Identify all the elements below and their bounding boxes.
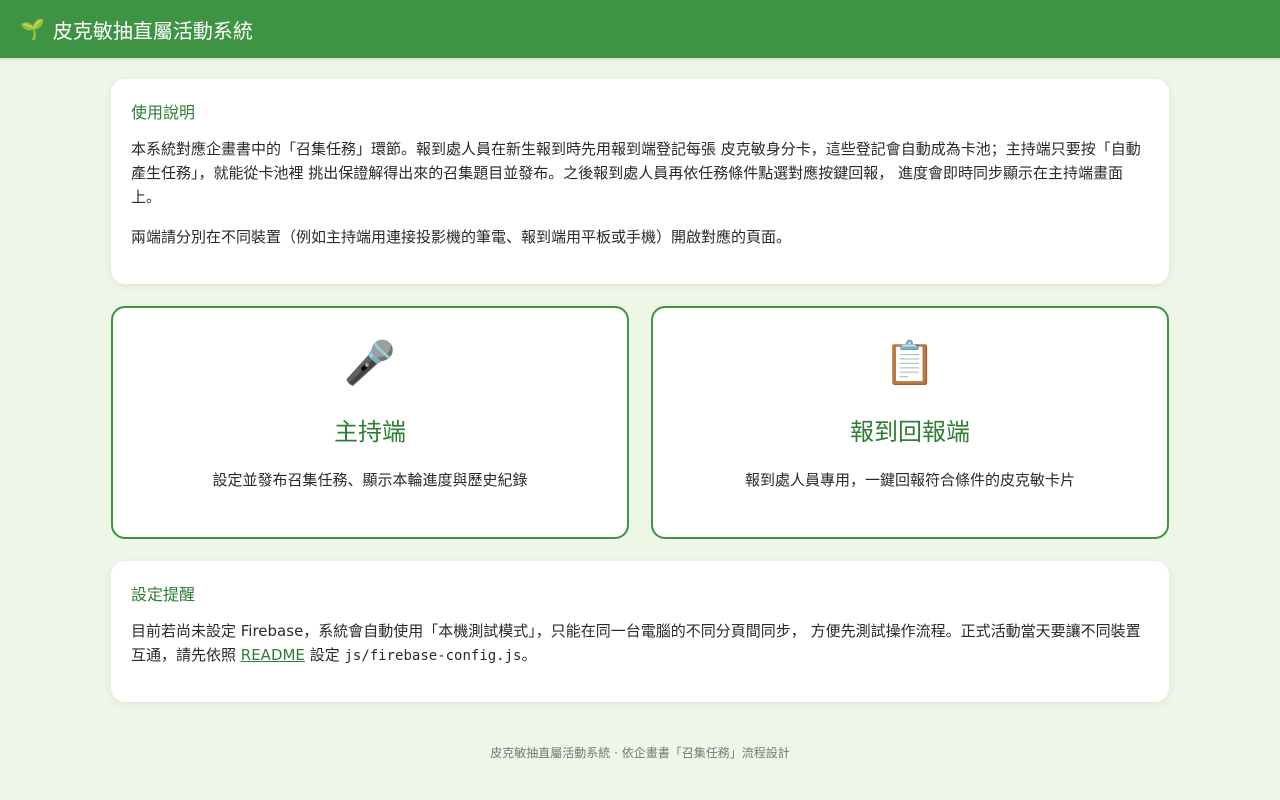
- setup-notice-text-middle: 設定: [304, 646, 345, 664]
- checkin-role-card[interactable]: 📋 報到回報端 報到處人員專用，一鍵回報符合條件的皮克敏卡片: [651, 306, 1169, 539]
- instructions-card: 使用說明 本系統對應企畫書中的「召集任務」環節。報到處人員在新生報到時先用報到端…: [111, 79, 1169, 284]
- setup-notice-heading: 設定提醒: [131, 585, 196, 604]
- instructions-paragraph-2: 兩端請分別在不同裝置（例如主持端用連接投影機的筆電、報到端用平板或手機）開啟對應…: [131, 228, 792, 246]
- app-title: 皮克敏抽直屬活動系統: [52, 18, 253, 43]
- checkin-role-description: 報到處人員專用，一鍵回報符合條件的皮克敏卡片: [744, 471, 1075, 489]
- config-file-path: js/firebase-config.js: [344, 648, 522, 664]
- page-footer: 皮克敏抽直屬活動系統 · 依企畫書「召集任務」流程設計: [490, 746, 790, 760]
- role-selection: 🎤 主持端 設定並發布召集任務、顯示本輪進度與歷史紀錄 📋 報到回報端 報到處人…: [111, 306, 1169, 539]
- host-role-card[interactable]: 🎤 主持端 設定並發布召集任務、顯示本輪進度與歷史紀錄: [111, 306, 629, 539]
- checkin-role-title: 報到回報端: [850, 418, 970, 446]
- setup-notice-card: 設定提醒 目前若尚未設定 Firebase，系統會自動使用「本機測試模式」，只能…: [111, 561, 1169, 702]
- app-header: 🌱 皮克敏抽直屬活動系統: [0, 0, 1280, 58]
- clipboard-icon: 📋: [883, 338, 937, 387]
- host-role-description: 設定並發布召集任務、顯示本輪進度與歷史紀錄: [212, 471, 528, 489]
- sprout-icon: 🌱: [20, 17, 45, 41]
- instructions-paragraph-1: 本系統對應企畫書中的「召集任務」環節。報到處人員在新生報到時先用報到端登記每張 …: [131, 140, 1141, 206]
- main-content: 使用說明 本系統對應企畫書中的「召集任務」環節。報到處人員在新生報到時先用報到端…: [111, 58, 1169, 761]
- setup-notice-text-end: 。: [521, 646, 537, 664]
- readme-link[interactable]: README: [241, 646, 305, 664]
- microphone-icon: 🎤: [343, 338, 397, 387]
- host-role-title: 主持端: [334, 418, 406, 446]
- instructions-heading: 使用說明: [131, 103, 196, 122]
- setup-notice-text: 目前若尚未設定 Firebase，系統會自動使用「本機測試模式」，只能在同一台電…: [131, 619, 1149, 668]
